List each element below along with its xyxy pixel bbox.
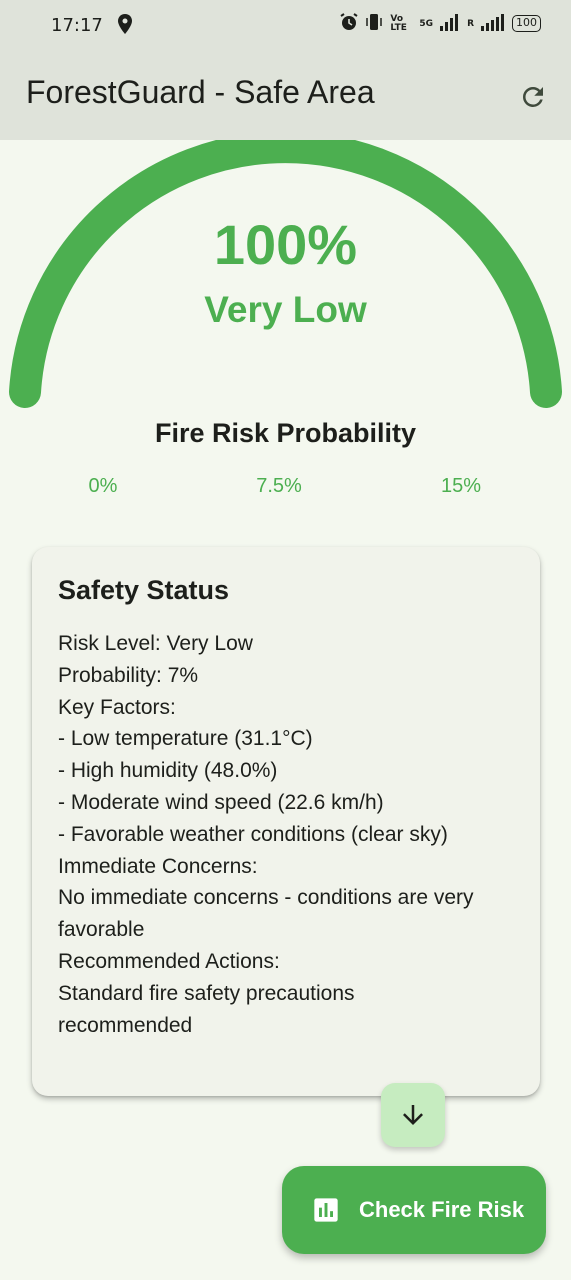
- scroll-down-button[interactable]: [381, 1083, 445, 1147]
- gauge-tick-mid: 7.5%: [256, 475, 302, 497]
- gauge-percent: 100%: [213, 213, 358, 276]
- page-title: ForestGuard - Safe Area: [26, 74, 375, 110]
- roaming-label: R: [467, 18, 474, 29]
- card-line: Probability: 7%: [58, 663, 199, 687]
- battery-indicator: 100: [512, 15, 541, 32]
- card-title: Safety Status: [58, 575, 230, 605]
- card-line: - Moderate wind speed (22.6 km/h): [58, 790, 384, 814]
- signal-icon: [440, 13, 460, 34]
- gauge-tick-max: 15%: [440, 475, 482, 497]
- network-label: 5G: [419, 18, 434, 29]
- arrow-down-icon: [403, 1105, 423, 1125]
- check-fire-risk-button[interactable]: Check Fire Risk: [282, 1166, 546, 1254]
- signal-icon-2: [481, 13, 505, 34]
- card-line: Recommended Actions:: [58, 949, 280, 973]
- card-line: - Low temperature (31.1°C): [58, 727, 313, 751]
- volte-label: Vo LTE: [390, 13, 407, 33]
- card-line: Risk Level: Very Low: [58, 632, 253, 655]
- gauge-caption: Fire Risk Probability: [154, 418, 417, 448]
- gauge-risk-level: Very Low: [204, 289, 367, 330]
- fab-label: Check Fire Risk: [359, 1197, 525, 1222]
- card-line: Standard fire safety precautions: [58, 981, 355, 1005]
- card-body: Risk Level: Very Low Probability: 7% Key…: [58, 628, 514, 1041]
- safety-status-card: Safety Status Risk Level: Very Low Proba…: [32, 547, 540, 1096]
- risk-gauge: [0, 140, 571, 420]
- location-icon: [118, 14, 132, 38]
- status-time: 17:17: [51, 15, 103, 36]
- card-line: - Favorable weather conditions (clear sk…: [58, 822, 448, 846]
- card-line: Immediate Concerns:: [58, 854, 258, 878]
- vibrate-icon: [365, 13, 383, 34]
- refresh-button[interactable]: [514, 78, 552, 116]
- card-line: No immediate concerns - conditions are v…: [58, 886, 474, 910]
- bar-chart-icon: [314, 1198, 338, 1222]
- card-line: favorable: [58, 918, 145, 942]
- gauge-tick-min: 0%: [88, 475, 118, 497]
- card-line: - High humidity (48.0%): [58, 759, 278, 783]
- app-bar: ForestGuard - Safe Area: [0, 52, 571, 140]
- card-line: recommended: [58, 1013, 193, 1037]
- status-indicators: Vo LTE 5G R 100: [340, 13, 541, 34]
- alarm-icon: [340, 13, 358, 34]
- refresh-icon: [523, 87, 543, 107]
- status-bar: 17:17 Vo LTE 5G R 100: [0, 0, 571, 52]
- card-line: Key Factors:: [58, 695, 176, 719]
